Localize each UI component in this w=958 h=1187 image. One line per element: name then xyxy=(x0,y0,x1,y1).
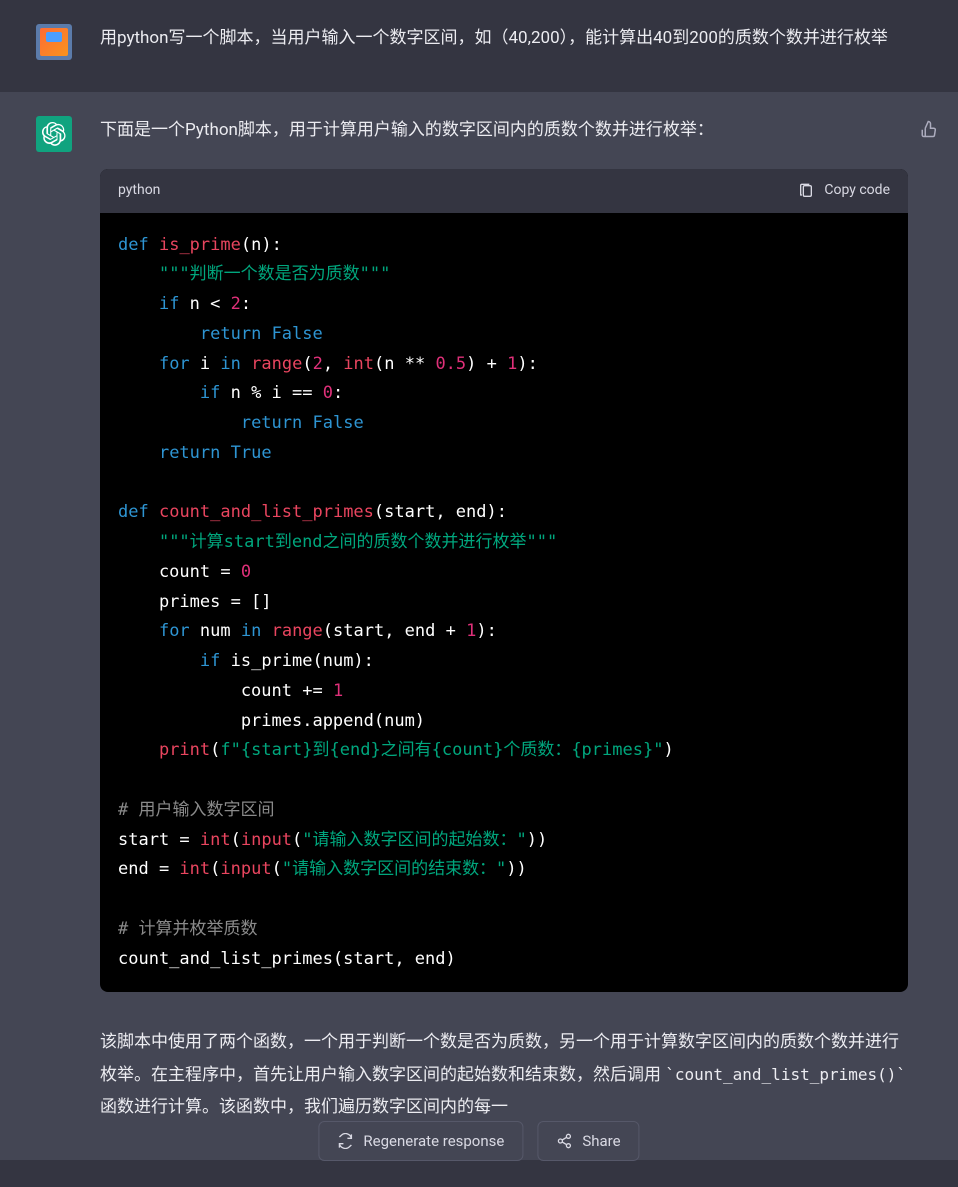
code-block: python Copy code def is_prime(n): """判断一… xyxy=(100,169,908,993)
bottom-action-bar: Regenerate response Share xyxy=(318,1121,639,1161)
share-icon xyxy=(556,1133,572,1149)
code-header: python Copy code xyxy=(100,169,908,213)
clipboard-icon xyxy=(798,183,814,199)
assistant-intro: 下面是一个Python脚本，用于计算用户输入的数字区间内的质数个数并进行枚举： xyxy=(100,116,908,145)
assistant-avatar xyxy=(36,116,72,152)
assistant-message: 下面是一个Python脚本，用于计算用户输入的数字区间内的质数个数并进行枚举： … xyxy=(100,116,908,1123)
code-language-label: python xyxy=(118,179,160,203)
copy-code-label: Copy code xyxy=(824,179,890,203)
user-message-text: 用python写一个脚本，当用户输入一个数字区间，如（40,200），能计算出4… xyxy=(100,24,920,53)
code-content[interactable]: def is_prime(n): """判断一个数是否为质数""" if n <… xyxy=(100,213,908,993)
user-avatar xyxy=(36,24,72,60)
share-button[interactable]: Share xyxy=(537,1121,639,1161)
regenerate-label: Regenerate response xyxy=(363,1132,504,1150)
share-label: Share xyxy=(582,1132,620,1150)
thumbs-up-button[interactable] xyxy=(920,120,938,142)
copy-code-button[interactable]: Copy code xyxy=(798,179,890,203)
regenerate-icon xyxy=(337,1133,353,1149)
thumbs-up-icon xyxy=(920,120,938,138)
assistant-explanation: 该脚本中使用了两个函数，一个用于判断一个数是否为质数，另一个用于计算数字区间内的… xyxy=(100,1026,908,1123)
assistant-message-row: 下面是一个Python脚本，用于计算用户输入的数字区间内的质数个数并进行枚举： … xyxy=(0,92,958,1160)
user-message-row: 用python写一个脚本，当用户输入一个数字区间，如（40,200），能计算出4… xyxy=(0,0,958,92)
regenerate-button[interactable]: Regenerate response xyxy=(318,1121,523,1161)
